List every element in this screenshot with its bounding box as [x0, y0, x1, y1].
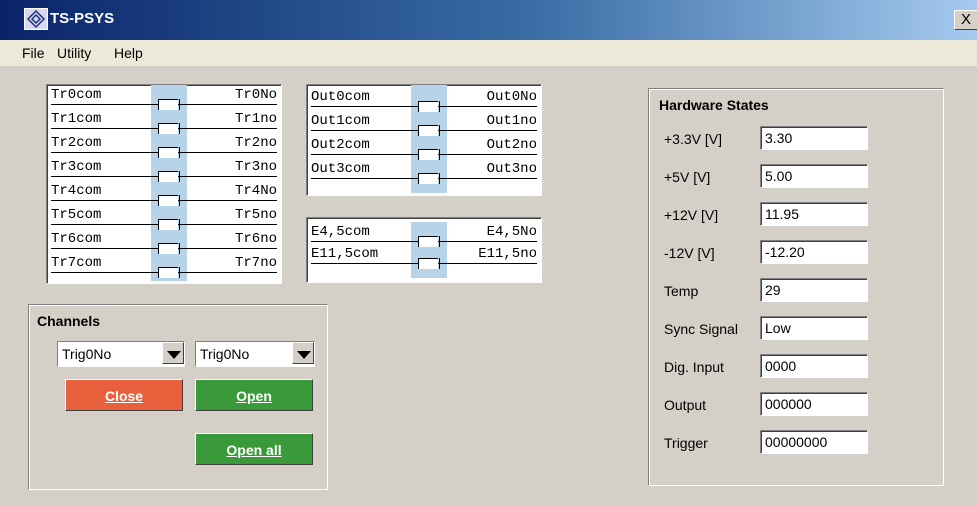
relay-switch-icon[interactable]	[418, 149, 440, 161]
relay-no-label: E11,5no	[478, 246, 537, 262]
relay-no-label: Tr3no	[234, 159, 277, 175]
relay-com-label: Out0com	[311, 89, 370, 105]
hardware-label: +3.3V [V]	[664, 131, 722, 147]
relay-no-label: Tr7no	[234, 255, 277, 271]
channels-group: Channels Trig0No Trig0No Close Open Open…	[28, 304, 328, 490]
relay-switch-icon[interactable]	[158, 243, 180, 255]
relay-no-label: Out0No	[486, 89, 537, 105]
relay-no-label: Tr0No	[234, 87, 277, 103]
open-all-button[interactable]: Open all	[195, 433, 313, 465]
channels-title: Channels	[37, 313, 101, 329]
hardware-value-field[interactable]: 11.95	[760, 202, 868, 226]
menu-file[interactable]: File	[22, 45, 45, 61]
close-button[interactable]: Close	[65, 379, 183, 411]
relay-switch-icon[interactable]	[418, 173, 440, 185]
channel-select-left[interactable]: Trig0No	[57, 341, 185, 367]
relay-com-label: E4,5com	[311, 224, 370, 240]
relay-no-label: Tr5no	[234, 207, 277, 223]
relay-switch-icon[interactable]	[418, 125, 440, 137]
relay-no-label: Out2no	[486, 137, 537, 153]
relay-no-label: Tr6no	[234, 231, 277, 247]
relay-com-label: Tr5com	[51, 207, 102, 223]
open-button[interactable]: Open	[195, 379, 313, 411]
relay-com-label: Out2com	[311, 137, 370, 153]
title-bar[interactable]: TS-PSYS X	[0, 0, 977, 40]
relay-switch-icon[interactable]	[418, 101, 440, 113]
relay-no-label: Tr2no	[234, 135, 277, 151]
relay-com-label: Tr2com	[51, 135, 102, 151]
app-icon	[24, 8, 48, 30]
relay-switch-icon[interactable]	[418, 258, 440, 270]
relay-com-label: E11,5com	[311, 246, 379, 262]
e-relay-panel: E4,5com E4,5No E11,5com E11,5no	[306, 217, 542, 283]
relay-switch-icon[interactable]	[158, 219, 180, 231]
hardware-value-field[interactable]: 3.30	[760, 126, 868, 150]
channel-select-right[interactable]: Trig0No	[195, 341, 315, 367]
relay-com-label: Out3com	[311, 161, 370, 177]
relay-switch-icon[interactable]	[158, 195, 180, 207]
relay-com-label: Tr4com	[51, 183, 102, 199]
hardware-value-field[interactable]: 29	[760, 278, 868, 302]
relay-com-label: Tr0com	[51, 87, 102, 103]
relay-no-label: E4,5No	[486, 224, 537, 240]
relay-switch-icon[interactable]	[158, 267, 180, 279]
hardware-label: Trigger	[664, 435, 708, 451]
relay-no-label: Out3no	[486, 161, 537, 177]
relay-switch-icon[interactable]	[158, 99, 180, 111]
hardware-states-title: Hardware States	[659, 97, 769, 113]
hardware-value-field[interactable]: 00000000	[760, 430, 868, 454]
hardware-label: Temp	[664, 283, 699, 299]
hardware-value-field[interactable]: -12.20	[760, 240, 868, 264]
relay-no-label: Out1no	[486, 113, 537, 129]
hardware-value-field[interactable]: 000000	[760, 392, 868, 416]
relay-switch-icon[interactable]	[158, 147, 180, 159]
relay-com-label: Out1com	[311, 113, 370, 129]
hardware-value-field[interactable]: Low	[760, 316, 868, 340]
close-window-button[interactable]: X	[954, 10, 977, 30]
window-title: TS-PSYS	[50, 10, 115, 27]
relay-com-label: Tr7com	[51, 255, 102, 271]
hardware-value-field[interactable]: 5.00	[760, 164, 868, 188]
hardware-label: -12V [V]	[664, 245, 715, 261]
hardware-label: Dig. Input	[664, 359, 724, 375]
channel-select-left-value: Trig0No	[62, 346, 112, 362]
relay-com-label: Tr6com	[51, 231, 102, 247]
relay-no-label: Tr4No	[234, 183, 277, 199]
menu-help[interactable]: Help	[114, 45, 143, 61]
output-relay-panel: Out0com Out0No Out1com Out1no Out2com Out2no O…	[306, 84, 542, 196]
relay-com-label: Tr3com	[51, 159, 102, 175]
relay-com-label: Tr1com	[51, 111, 102, 127]
menu-utility[interactable]: Utility	[57, 45, 91, 61]
hardware-label: Output	[664, 397, 707, 413]
relay-switch-icon[interactable]	[158, 171, 180, 183]
chevron-down-icon[interactable]	[162, 342, 184, 364]
hardware-label: Sync Signal	[664, 321, 738, 337]
hardware-label: +5V [V]	[664, 169, 711, 185]
hardware-value-field[interactable]: 0000	[760, 354, 868, 378]
trigger-relay-panel: Tr0com Tr0No Tr1com Tr1no Tr2com Tr2no Tr3com T…	[46, 84, 282, 284]
hardware-label: +12V [V]	[664, 207, 719, 223]
channel-select-right-value: Trig0No	[200, 346, 250, 362]
menu-bar: File Utility Help	[0, 40, 977, 66]
relay-switch-icon[interactable]	[158, 123, 180, 135]
chevron-down-icon[interactable]	[292, 342, 314, 364]
relay-no-label: Tr1no	[234, 111, 277, 127]
